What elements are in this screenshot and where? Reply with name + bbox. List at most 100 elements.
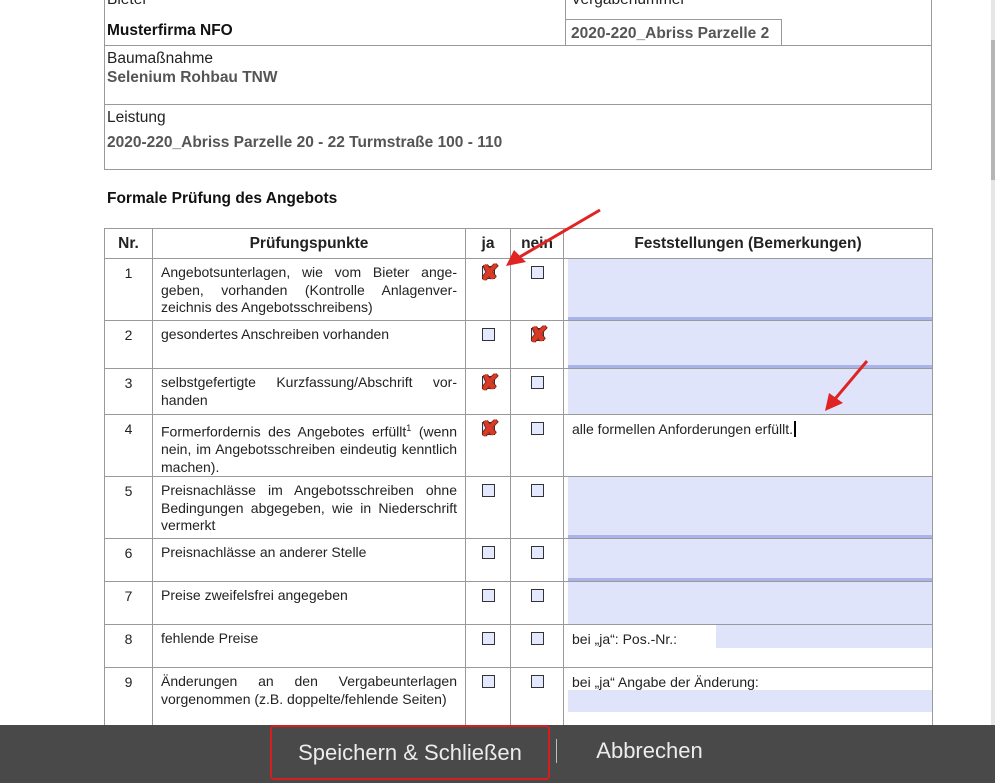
nein-checkbox[interactable] xyxy=(530,589,544,603)
bottom-action-bar: Speichern & Schließen Abbrechen xyxy=(0,725,995,783)
row-nr: 8 xyxy=(104,624,153,669)
remark-text: bei „ja“ Angabe der Änderung: xyxy=(572,674,759,691)
section-title: Formale Prüfung des Angebots xyxy=(107,190,338,207)
ja-checkbox[interactable] xyxy=(481,328,495,341)
scrollbar-thumb[interactable] xyxy=(991,40,995,180)
ja-cell: ✘ xyxy=(465,413,511,478)
row-nr: 2 xyxy=(104,320,153,369)
cancel-button[interactable]: Abbrechen xyxy=(572,725,727,780)
ja-checkbox[interactable]: ✘ xyxy=(481,262,499,284)
nein-cell: ✘ xyxy=(510,320,564,369)
bieter-label: Bieter xyxy=(107,0,148,9)
row-text-main: Formerfordernis des Angebotes erfüllt xyxy=(161,423,407,440)
check-x-icon: ✘ xyxy=(480,260,499,285)
ja-checkbox[interactable] xyxy=(481,546,495,560)
row-text: Preise zweifelsfrei angegeben xyxy=(152,581,466,626)
ja-cell: ✘ xyxy=(465,258,511,321)
nein-cell xyxy=(510,476,564,540)
row-text: Angebotsunterlagen, wie vom Bieter ange­… xyxy=(152,258,466,321)
bieter-value: Musterfirma NFO xyxy=(107,22,233,39)
row-text: Änderungen an den Vergabeunterlagen vorg… xyxy=(152,667,466,729)
nein-checkbox[interactable]: ✘ xyxy=(530,324,548,346)
ja-checkbox[interactable] xyxy=(481,589,495,603)
nein-cell xyxy=(510,581,564,626)
remark-field[interactable] xyxy=(563,320,933,369)
row-text: Preisnachlässe im Angebotsschreiben ohne… xyxy=(152,476,466,540)
baumassnahme-value: Selenium Rohbau TNW xyxy=(107,69,278,86)
col-nein: nein xyxy=(510,228,564,259)
ja-cell xyxy=(465,667,511,729)
table-row: 7 Preise zweifelsfrei angegeben xyxy=(104,581,933,626)
row-nr: 1 xyxy=(104,258,153,321)
row-nr: 6 xyxy=(104,538,153,583)
nein-checkbox[interactable] xyxy=(530,422,544,435)
text-cursor xyxy=(794,421,797,437)
vergabenummer-value[interactable]: 2020-220_Abriss Parzelle 2 xyxy=(571,25,779,43)
ja-cell: ✘ xyxy=(465,368,511,415)
remark-cell: bei „ja“: Pos.-Nr.: xyxy=(563,624,933,669)
ja-checkbox[interactable] xyxy=(481,675,495,689)
ja-cell xyxy=(465,538,511,583)
nein-cell xyxy=(510,368,564,415)
nein-cell xyxy=(510,413,564,478)
remark-field[interactable] xyxy=(563,368,933,415)
nein-checkbox[interactable] xyxy=(530,376,544,389)
row-text: Preisnachlässe an anderer Stelle xyxy=(152,538,466,583)
table-row: 4 Formerfordernis des Angebotes erfüllt1… xyxy=(104,413,933,478)
ja-cell xyxy=(465,476,511,540)
check-x-icon: ✘ xyxy=(480,416,499,441)
row-nr: 4 xyxy=(104,413,153,478)
nein-cell xyxy=(510,624,564,669)
col-pruefungspunkte: Prüfungspunkte xyxy=(152,228,466,259)
pruefung-table: Nr. Prüfungspunkte ja nein Feststellunge… xyxy=(104,228,933,729)
remark-text: bei „ja“: Pos.-Nr.: xyxy=(572,631,678,648)
leistung-label: Leistung xyxy=(107,109,166,126)
nein-checkbox[interactable] xyxy=(530,266,544,279)
remark-cell: bei „ja“ Angabe der Änderung: xyxy=(563,667,933,729)
table-row: 8 fehlende Preise bei „ja“: Pos.-Nr.: xyxy=(104,624,933,669)
row-text: fehlende Preise xyxy=(152,624,466,669)
row-nr: 9 xyxy=(104,667,153,729)
table-row: 2 gesondertes Anschreiben vorhanden ✘ xyxy=(104,320,933,369)
table-row: 5 Preisnachlässe im Angebotsschreiben oh… xyxy=(104,476,933,540)
save-close-button[interactable]: Speichern & Schließen xyxy=(270,725,550,780)
baumassnahme-label: Baumaßnahme xyxy=(107,50,213,67)
remark-field[interactable] xyxy=(563,581,933,626)
table-row: 6 Preisnachlässe an anderer Stelle xyxy=(104,538,933,583)
remark-field[interactable]: alle formellen Anforderungen erfüllt. xyxy=(563,413,933,478)
ja-cell xyxy=(465,581,511,626)
row-text: gesondertes Anschreiben vorhanden xyxy=(152,320,466,369)
col-nr: Nr. xyxy=(104,228,153,259)
remark-fill xyxy=(568,582,932,625)
table-row: 1 Angebotsunterlagen, wie vom Bieter ang… xyxy=(104,258,933,321)
nein-cell xyxy=(510,258,564,321)
ja-checkbox[interactable] xyxy=(481,632,495,646)
button-divider xyxy=(556,739,557,763)
leistung-value: 2020-220_Abriss Parzelle 20 - 22 Turmstr… xyxy=(107,134,503,151)
nein-checkbox[interactable] xyxy=(530,484,544,498)
remark-field[interactable] xyxy=(563,538,933,583)
row-text: Formerfordernis des Angebotes erfüllt1 (… xyxy=(152,413,466,478)
scrollbar[interactable] xyxy=(991,0,995,725)
remark-text[interactable]: alle formellen Anforderungen erfüllt. xyxy=(572,421,797,437)
ja-checkbox[interactable]: ✘ xyxy=(481,418,499,440)
aenderung-field[interactable] xyxy=(568,690,932,713)
remark-fill xyxy=(568,477,932,539)
col-feststellungen: Feststellungen (Bemerkungen) xyxy=(563,228,933,259)
remark-field[interactable] xyxy=(563,258,933,321)
remark-fill xyxy=(568,259,932,320)
col-ja: ja xyxy=(465,228,511,259)
remark-fill xyxy=(568,369,932,414)
nein-checkbox[interactable] xyxy=(530,546,544,560)
remark-field[interactable] xyxy=(563,476,933,540)
ja-checkbox[interactable]: ✘ xyxy=(481,372,499,394)
nein-checkbox[interactable] xyxy=(530,632,544,646)
row-text: selbstgefertigte Kurzfassung/Abschrift v… xyxy=(152,368,466,415)
ja-cell xyxy=(465,624,511,669)
pos-nr-field[interactable] xyxy=(716,625,932,649)
ja-checkbox[interactable] xyxy=(481,484,495,498)
row-nr: 3 xyxy=(104,368,153,415)
nein-checkbox[interactable] xyxy=(530,675,544,689)
check-x-icon: ✘ xyxy=(529,322,548,347)
remark-fill xyxy=(568,321,932,368)
